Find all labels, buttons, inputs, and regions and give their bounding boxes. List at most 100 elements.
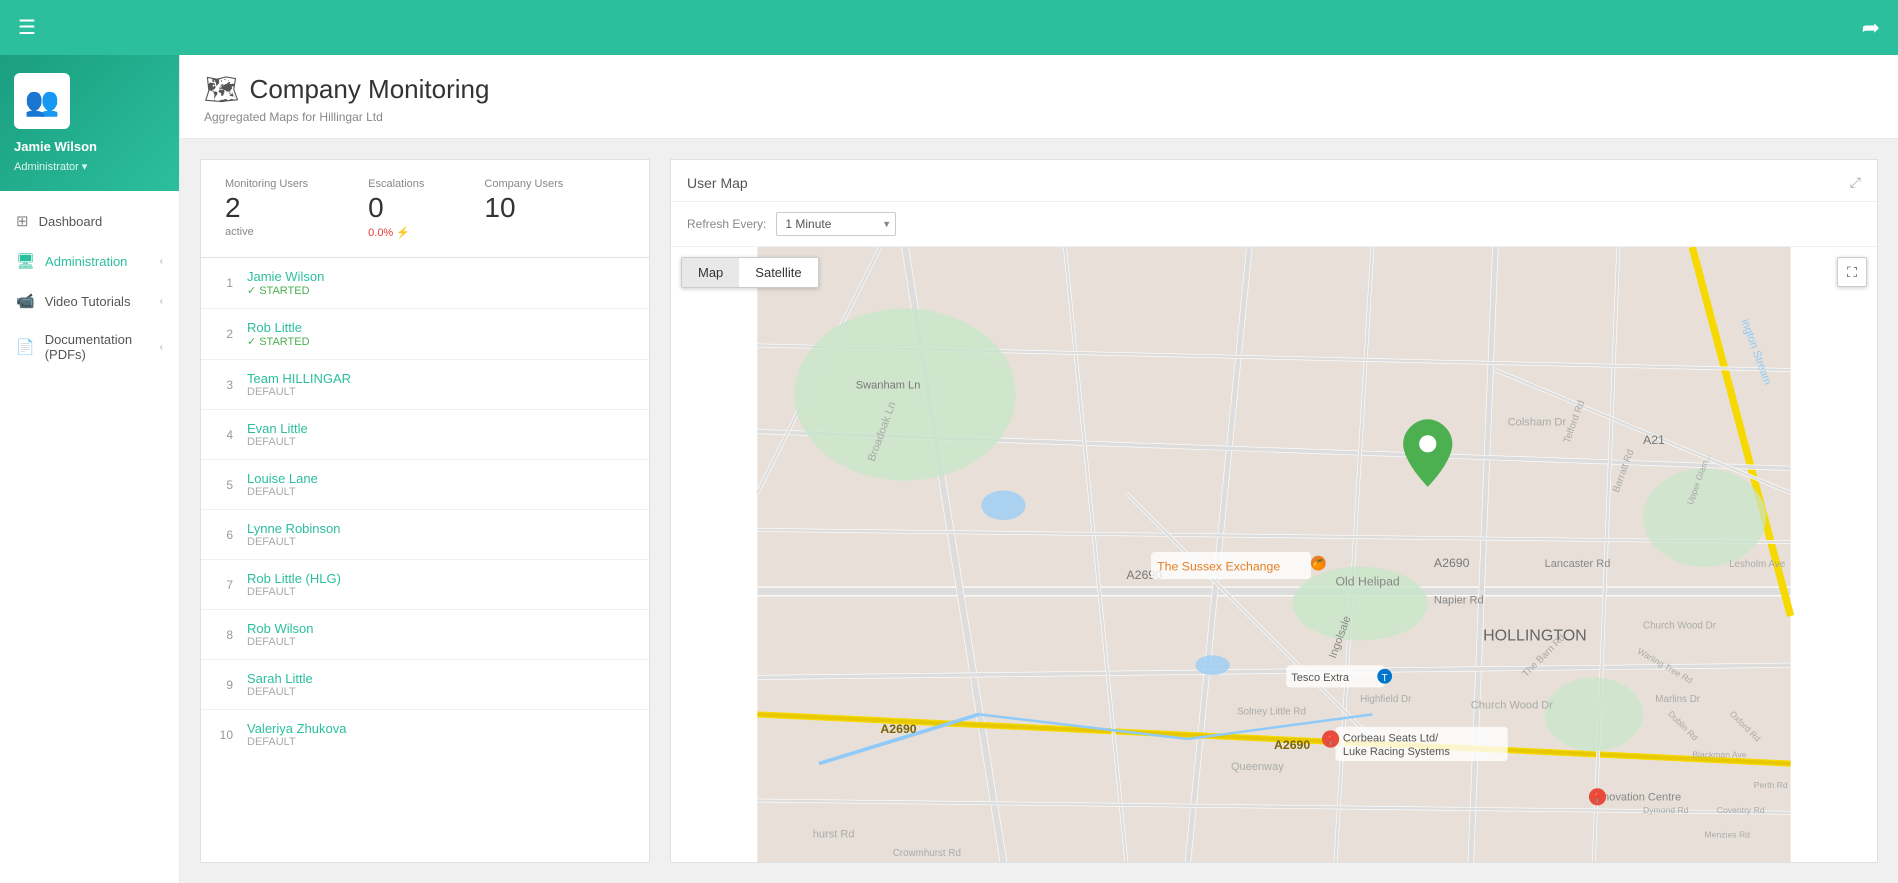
svg-text:Queenway: Queenway bbox=[1231, 761, 1284, 773]
user-info: Louise LaneDEFAULT bbox=[247, 471, 633, 498]
svg-text:Innovation Centre: Innovation Centre bbox=[1594, 792, 1681, 804]
svg-text:Solney Little Rd: Solney Little Rd bbox=[1237, 706, 1306, 717]
map-svg: A2690 A2690 A21 Broadoak Ln Old Helipad … bbox=[671, 247, 1877, 862]
sidebar-item-administration[interactable]: 🖥 Administration ‹ bbox=[0, 241, 179, 281]
svg-text:Dymond Rd: Dymond Rd bbox=[1643, 805, 1689, 815]
user-status-default: DEFAULT bbox=[247, 486, 633, 498]
user-info: Rob Little✓ STARTED bbox=[247, 320, 633, 348]
svg-text:Marlins Dr: Marlins Dr bbox=[1655, 694, 1701, 705]
svg-text:HOLLINGTON: HOLLINGTON bbox=[1483, 628, 1587, 645]
expand-icon[interactable]: ⤢ bbox=[1850, 174, 1861, 191]
table-row[interactable]: 2 Rob Little✓ STARTED bbox=[201, 309, 649, 360]
page-title-icon: 🗺 bbox=[204, 73, 240, 106]
svg-text:📍: 📍 bbox=[1324, 735, 1336, 747]
table-row[interactable]: 10Valeriya ZhukovaDEFAULT bbox=[201, 710, 649, 759]
sidebar: 👥 Jamie Wilson Administrator ▾ ⊞ Dashboa… bbox=[0, 55, 180, 883]
sidebar-item-documentation[interactable]: 📄 Documentation (PDFs) ‹ bbox=[0, 321, 179, 373]
table-row[interactable]: 7Rob Little (HLG)DEFAULT bbox=[201, 560, 649, 610]
user-number: 3 bbox=[217, 378, 233, 392]
sidebar-item-video-tutorials[interactable]: 📹 Video Tutorials ‹ bbox=[0, 281, 179, 321]
user-number: 8 bbox=[217, 628, 233, 642]
user-name: Team HILLINGAR bbox=[247, 371, 633, 386]
svg-text:Blackman Ave: Blackman Ave bbox=[1692, 749, 1747, 759]
monitoring-users-sub: active bbox=[225, 226, 308, 238]
map-view: Map Satellite ⛶ bbox=[671, 247, 1877, 862]
user-name: Louise Lane bbox=[247, 471, 633, 486]
user-name: Jamie Wilson bbox=[247, 269, 633, 284]
user-number: 7 bbox=[217, 578, 233, 592]
table-row[interactable]: 3 Team HILLINGARDEFAULT bbox=[201, 360, 649, 410]
topbar-left: ☰ bbox=[18, 15, 36, 40]
sidebar-item-dashboard[interactable]: ⊞ Dashboard bbox=[0, 201, 179, 241]
svg-text:Colsham Dr: Colsham Dr bbox=[1508, 416, 1567, 428]
check-icon: ✓ bbox=[247, 284, 256, 297]
map-btn-satellite[interactable]: Satellite bbox=[739, 258, 817, 287]
logout-icon[interactable]: ➦ bbox=[1862, 15, 1880, 40]
svg-text:Coventry Rd: Coventry Rd bbox=[1717, 805, 1765, 815]
company-users-value: 10 bbox=[484, 192, 563, 224]
table-row[interactable]: 9Sarah LittleDEFAULT bbox=[201, 660, 649, 710]
documentation-icon: 📄 bbox=[16, 338, 35, 356]
svg-text:Perth Rd: Perth Rd bbox=[1754, 780, 1788, 790]
user-info: Team HILLINGARDEFAULT bbox=[247, 371, 633, 398]
escalations-value: 0 bbox=[368, 192, 424, 224]
sidebar-role-label: Administrator bbox=[14, 161, 79, 173]
sidebar-role[interactable]: Administrator ▾ bbox=[14, 160, 87, 173]
sidebar-item-label: Video Tutorials bbox=[45, 294, 131, 309]
user-name: Valeriya Zhukova bbox=[247, 721, 633, 736]
refresh-select-wrapper[interactable]: 1 Minute 5 Minutes 10 Minutes 30 Minutes bbox=[776, 212, 896, 236]
svg-text:A21: A21 bbox=[1643, 433, 1665, 447]
refresh-label: Refresh Every: bbox=[687, 217, 766, 231]
user-status-default: DEFAULT bbox=[247, 436, 633, 448]
map-fullscreen-button[interactable]: ⛶ bbox=[1837, 257, 1867, 287]
user-status-started: ✓ STARTED bbox=[247, 284, 633, 297]
map-btn-map[interactable]: Map bbox=[682, 258, 739, 287]
sidebar-item-label: Dashboard bbox=[39, 214, 103, 229]
lightning-icon: ⚡ bbox=[396, 227, 410, 239]
stat-monitoring-users: Monitoring Users 2 active bbox=[225, 178, 308, 239]
svg-text:A2690: A2690 bbox=[1434, 556, 1470, 570]
page-title-row: 🗺 Company Monitoring bbox=[204, 73, 1874, 106]
user-name: Sarah Little bbox=[247, 671, 633, 686]
user-name: Rob Wilson bbox=[247, 621, 633, 636]
hamburger-menu-icon[interactable]: ☰ bbox=[18, 15, 36, 40]
chevron-right-icon: ‹ bbox=[160, 256, 163, 267]
chevron-right-icon: ‹ bbox=[160, 296, 163, 307]
table-row[interactable]: 4Evan LittleDEFAULT bbox=[201, 410, 649, 460]
left-panel: Monitoring Users 2 active Escalations 0 … bbox=[200, 159, 650, 863]
svg-text:A2690: A2690 bbox=[880, 722, 916, 736]
avatar-emoji: 👥 bbox=[25, 85, 60, 118]
svg-text:Luke Racing Systems: Luke Racing Systems bbox=[1343, 746, 1450, 758]
user-status-default: DEFAULT bbox=[247, 736, 633, 748]
user-info: Sarah LittleDEFAULT bbox=[247, 671, 633, 698]
svg-text:Corbeau Seats Ltd/: Corbeau Seats Ltd/ bbox=[1343, 732, 1439, 744]
main-layout: 👥 Jamie Wilson Administrator ▾ ⊞ Dashboa… bbox=[0, 55, 1898, 883]
table-row[interactable]: 5Louise LaneDEFAULT bbox=[201, 460, 649, 510]
user-status-started: ✓ STARTED bbox=[247, 335, 633, 348]
table-row[interactable]: 8 Rob WilsonDEFAULT bbox=[201, 610, 649, 660]
fullscreen-icon: ⛶ bbox=[1847, 264, 1857, 281]
user-info: Jamie Wilson✓ STARTED bbox=[247, 269, 633, 297]
chevron-down-icon: ▾ bbox=[82, 160, 88, 173]
svg-text:Highfield Dr: Highfield Dr bbox=[1360, 694, 1412, 705]
svg-text:T: T bbox=[1382, 673, 1388, 684]
chevron-right-icon: ‹ bbox=[160, 342, 163, 353]
svg-text:The Sussex Exchange: The Sussex Exchange bbox=[1157, 559, 1280, 573]
user-number: 2 bbox=[217, 327, 233, 341]
user-status-default: DEFAULT bbox=[247, 386, 633, 398]
page-body: Monitoring Users 2 active Escalations 0 … bbox=[180, 139, 1898, 883]
topbar-right: ➦ bbox=[1862, 15, 1880, 41]
table-row[interactable]: 6Lynne RobinsonDEFAULT bbox=[201, 510, 649, 560]
users-table: 1Jamie Wilson✓ STARTED 2 Rob Little✓ START… bbox=[200, 257, 650, 863]
check-icon: ✓ bbox=[247, 335, 256, 348]
content-area: 🗺 Company Monitoring Aggregated Maps for… bbox=[180, 55, 1898, 883]
svg-text:Old Helipad: Old Helipad bbox=[1336, 574, 1400, 588]
refresh-select[interactable]: 1 Minute 5 Minutes 10 Minutes 30 Minutes bbox=[776, 212, 896, 236]
monitoring-users-label: Monitoring Users bbox=[225, 178, 308, 190]
svg-text:A2690: A2690 bbox=[1274, 738, 1310, 752]
map-controls: Refresh Every: 1 Minute 5 Minutes 10 Min… bbox=[671, 202, 1877, 247]
user-status-default: DEFAULT bbox=[247, 636, 633, 648]
sidebar-nav: ⊞ Dashboard 🖥 Administration ‹ 📹 Video T… bbox=[0, 191, 179, 883]
svg-text:📍: 📍 bbox=[1591, 793, 1603, 805]
table-row[interactable]: 1Jamie Wilson✓ STARTED bbox=[201, 258, 649, 309]
